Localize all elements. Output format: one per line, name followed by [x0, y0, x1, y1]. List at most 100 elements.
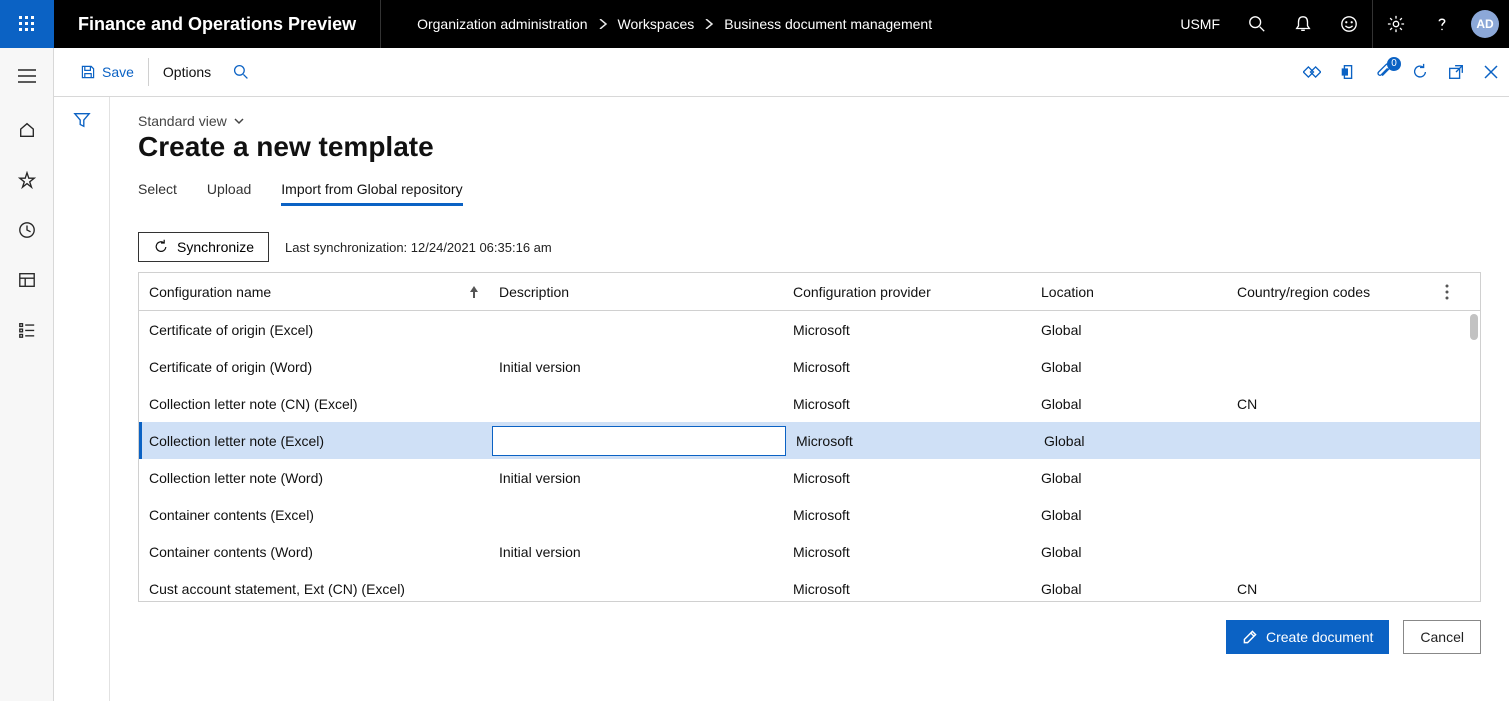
avatar[interactable]: AD — [1471, 10, 1499, 38]
popout-icon[interactable] — [1447, 63, 1465, 81]
column-country[interactable]: Country/region codes — [1227, 284, 1437, 300]
cell-description: Initial version — [489, 544, 783, 560]
column-label: Configuration name — [149, 284, 271, 300]
cell-config-name: Certificate of origin (Excel) — [139, 322, 489, 338]
app-title: Finance and Operations Preview — [54, 0, 381, 48]
breadcrumb-item[interactable]: Workspaces — [618, 16, 695, 32]
left-nav — [0, 48, 54, 701]
create-document-button[interactable]: Create document — [1226, 620, 1389, 654]
breadcrumb-item[interactable]: Business document management — [724, 16, 932, 32]
grid-header: Configuration name Description Configura… — [139, 273, 1480, 311]
cell-location: Global — [1031, 396, 1227, 412]
refresh-icon[interactable] — [1411, 63, 1429, 81]
cell-config-name: Collection letter note (Word) — [139, 470, 489, 486]
cell-country: CN — [1227, 396, 1437, 412]
tab-select[interactable]: Select — [138, 181, 177, 206]
open-excel-icon[interactable] — [1339, 63, 1357, 81]
table-row-selected[interactable]: Collection letter note (Excel) Microsoft… — [139, 422, 1480, 459]
cell-provider: Microsoft — [783, 581, 1031, 597]
related-info-icon[interactable] — [1303, 63, 1321, 81]
actionpane-search-icon[interactable] — [223, 48, 259, 96]
cell-provider: Microsoft — [783, 396, 1031, 412]
tab-import[interactable]: Import from Global repository — [281, 181, 462, 206]
table-row[interactable]: Cust account statement, Ext (CN) (Excel)… — [139, 570, 1480, 601]
attachments-badge: 0 — [1387, 57, 1401, 71]
cell-config-name: Cust account statement, Ext (CN) (Excel) — [139, 581, 489, 597]
save-label: Save — [102, 64, 134, 80]
column-provider[interactable]: Configuration provider — [783, 284, 1031, 300]
cell-config-name: Collection letter note (Excel) — [142, 433, 492, 449]
company-picker[interactable]: USMF — [1166, 16, 1234, 32]
breadcrumb: Organization administration Workspaces B… — [381, 16, 932, 32]
gear-icon[interactable] — [1373, 0, 1419, 48]
cell-location: Global — [1031, 359, 1227, 375]
topbar: Finance and Operations Preview Organizat… — [0, 0, 1509, 48]
tab-upload[interactable]: Upload — [207, 181, 251, 206]
cell-config-name: Container contents (Excel) — [139, 507, 489, 523]
menu-icon[interactable] — [7, 60, 47, 92]
save-button[interactable]: Save — [68, 48, 146, 96]
options-label: Options — [163, 64, 211, 80]
filter-pane-toggle[interactable] — [54, 97, 110, 701]
table-row[interactable]: Container contents (Excel) Microsoft Glo… — [139, 496, 1480, 533]
actionpane-separator — [148, 58, 149, 86]
cell-provider: Microsoft — [783, 322, 1031, 338]
help-icon[interactable] — [1419, 0, 1465, 48]
cell-description: Initial version — [489, 470, 783, 486]
smiley-icon[interactable] — [1326, 0, 1372, 48]
cell-provider: Microsoft — [783, 507, 1031, 523]
action-pane: Save Options 0 — [54, 48, 1509, 97]
synchronize-button[interactable]: Synchronize — [138, 232, 269, 262]
options-button[interactable]: Options — [151, 48, 223, 96]
cell-location: Global — [1034, 433, 1230, 449]
star-icon[interactable] — [7, 164, 47, 196]
sort-asc-icon — [469, 286, 479, 298]
workspace-icon[interactable] — [7, 264, 47, 296]
cell-config-name: Collection letter note (CN) (Excel) — [139, 396, 489, 412]
last-sync-text: Last synchronization: 12/24/2021 06:35:1… — [285, 240, 552, 255]
close-icon[interactable] — [1483, 64, 1499, 80]
column-description[interactable]: Description — [489, 284, 783, 300]
modules-icon[interactable] — [7, 314, 47, 346]
last-sync-label: Last synchronization: — [285, 240, 411, 255]
cell-provider: Microsoft — [783, 544, 1031, 560]
topbar-right: USMF AD — [1166, 0, 1509, 48]
cell-config-name: Container contents (Word) — [139, 544, 489, 560]
templates-grid: Configuration name Description Configura… — [138, 272, 1481, 602]
app-launcher-button[interactable] — [0, 0, 54, 48]
table-row[interactable]: Container contents (Word) Initial versio… — [139, 533, 1480, 570]
create-document-label: Create document — [1266, 629, 1373, 645]
refresh-icon — [153, 239, 169, 255]
table-row[interactable]: Collection letter note (CN) (Excel) Micr… — [139, 385, 1480, 422]
cell-location: Global — [1031, 507, 1227, 523]
table-row[interactable]: Certificate of origin (Word) Initial ver… — [139, 348, 1480, 385]
chevron-right-icon — [704, 19, 714, 29]
chevron-down-icon — [233, 115, 245, 127]
attachments-icon[interactable]: 0 — [1375, 63, 1393, 81]
scrollbar-thumb[interactable] — [1470, 314, 1478, 340]
last-sync-value: 12/24/2021 06:35:16 am — [411, 240, 552, 255]
pencil-icon — [1242, 629, 1258, 645]
table-row[interactable]: Collection letter note (Word) Initial ve… — [139, 459, 1480, 496]
clock-icon[interactable] — [7, 214, 47, 246]
grid-options-icon[interactable] — [1437, 284, 1457, 300]
column-config-name[interactable]: Configuration name — [139, 284, 489, 300]
cell-location: Global — [1031, 581, 1227, 597]
cell-description-input[interactable] — [492, 426, 786, 456]
cell-location: Global — [1031, 470, 1227, 486]
bell-icon[interactable] — [1280, 0, 1326, 48]
table-row[interactable]: Certificate of origin (Excel) Microsoft … — [139, 311, 1480, 348]
view-selector[interactable]: Standard view — [138, 113, 1481, 129]
breadcrumb-item[interactable]: Organization administration — [417, 16, 587, 32]
search-icon[interactable] — [1234, 0, 1280, 48]
cell-location: Global — [1031, 322, 1227, 338]
cancel-button[interactable]: Cancel — [1403, 620, 1481, 654]
home-icon[interactable] — [7, 114, 47, 146]
cell-location: Global — [1031, 544, 1227, 560]
column-location[interactable]: Location — [1031, 284, 1227, 300]
chevron-right-icon — [598, 19, 608, 29]
synchronize-label: Synchronize — [177, 239, 254, 255]
cell-provider: Microsoft — [783, 359, 1031, 375]
cell-provider: Microsoft — [783, 470, 1031, 486]
cell-description: Initial version — [489, 359, 783, 375]
